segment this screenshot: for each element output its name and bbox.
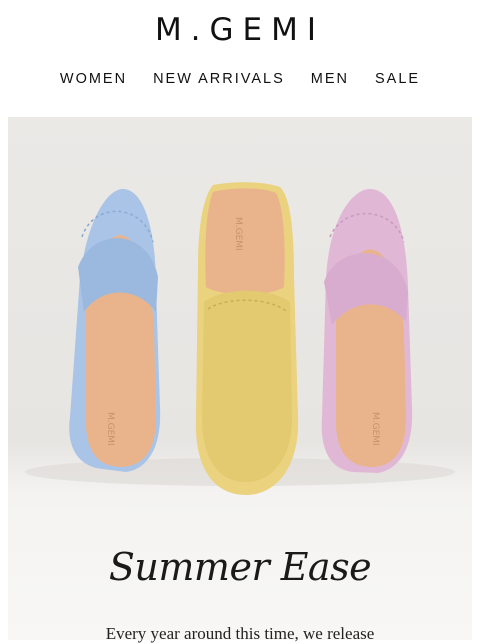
nav-item-new-arrivals[interactable]: NEW ARRIVALS [153,71,285,87]
yellow-mule-stamp: M.GEMI [233,217,243,251]
main-nav: WOMEN NEW ARRIVALS MEN SALE [0,71,480,87]
nav-item-sale[interactable]: SALE [375,71,420,87]
page-title: Summer Ease [108,545,372,589]
yellow-mule: M.GEMI [195,182,299,495]
intro-text: Every year around this time, we release [105,624,375,643]
nav-item-men[interactable]: MEN [311,71,349,87]
nav-item-women[interactable]: WOMEN [60,71,127,87]
blue-mule-stamp: M.GEMI [105,412,115,446]
pink-mule: M.GEMI [321,189,413,473]
brand-logo[interactable]: M.GEMI [0,12,480,48]
blue-mule: M.GEMI [69,189,161,472]
pink-mule-stamp: M.GEMI [370,412,380,446]
